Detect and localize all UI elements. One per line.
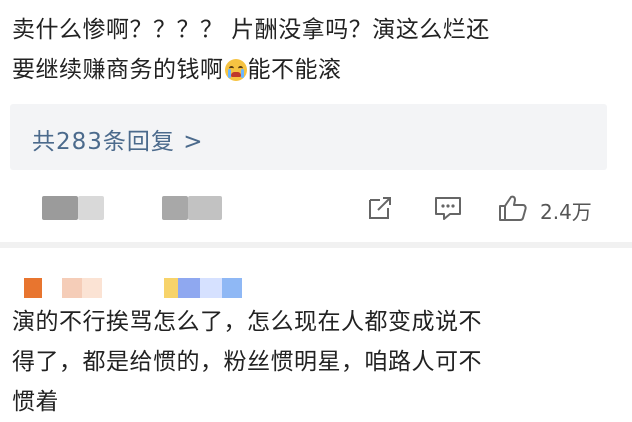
blurred-user-row — [0, 278, 300, 300]
blurred-badge — [164, 278, 178, 298]
comment-1-line-2-text: 要继续赚商务的钱啊 — [12, 57, 224, 83]
blurred-badge-3 — [200, 278, 222, 298]
blurred-username — [62, 278, 82, 298]
blurred-username-tail — [82, 278, 102, 298]
blurred-location-tail — [188, 196, 222, 220]
like-button[interactable]: 2.4万 — [496, 192, 606, 224]
crying-face-icon — [224, 59, 247, 81]
comment-2-line-1: 演的不行挨骂怎么了，怎么现在人都变成说不 — [12, 309, 482, 335]
comment-action-row: 2.4万 — [0, 186, 632, 230]
view-replies-button[interactable]: 共283条回复 > — [10, 104, 607, 170]
blurred-badge-2 — [178, 278, 200, 298]
blurred-avatar — [24, 278, 42, 298]
share-icon — [369, 197, 391, 219]
comment-button[interactable] — [432, 192, 464, 224]
comment-2-line-3: 惯着 — [12, 389, 59, 415]
comment-1-line-2: 要继续赚商务的钱啊 能不能滚 — [12, 50, 622, 90]
blurred-badge-4 — [222, 278, 242, 298]
blurred-timestamp-tail — [78, 196, 104, 220]
comment-divider — [0, 242, 632, 248]
comment-2-line-2: 得了，都是给惯的，粉丝惯明星，咱路人可不 — [12, 349, 482, 375]
comment-icon — [435, 197, 461, 220]
comment-1-line-1: 卖什么惨啊？？？？ 片酬没拿吗？演这么烂还 — [12, 17, 490, 43]
like-count: 2.4万 — [540, 200, 592, 224]
blurred-location — [162, 196, 188, 220]
comment-2-text: 演的不行挨骂怎么了，怎么现在人都变成说不 得了，都是给惯的，粉丝惯明星，咱路人可… — [12, 302, 622, 422]
share-button[interactable] — [364, 192, 396, 224]
blurred-timestamp — [42, 196, 78, 220]
comment-1-line-2-tail: 能不能滚 — [247, 57, 342, 83]
thumbs-up-icon — [499, 195, 527, 221]
view-replies-label: 共283条回复 > — [32, 129, 204, 155]
comment-1-text: 卖什么惨啊？？？？ 片酬没拿吗？演这么烂还 要继续赚商务的钱啊 能不能滚 — [12, 10, 622, 90]
